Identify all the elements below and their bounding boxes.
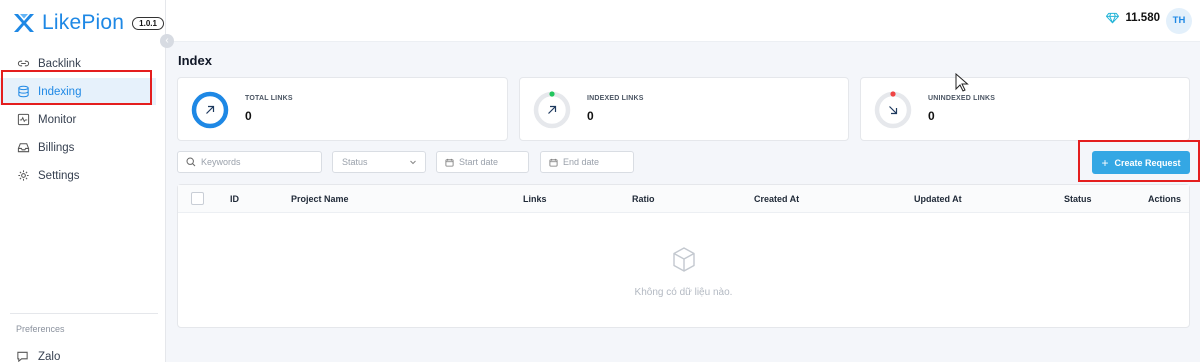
start-date-picker[interactable]: Start date (436, 151, 529, 173)
search-input[interactable]: Keywords (177, 151, 322, 173)
status-placeholder: Status (342, 157, 368, 167)
end-date-picker[interactable]: End date (540, 151, 634, 173)
collapse-sidebar-button[interactable]: ‹ (160, 34, 174, 48)
sidebar-item-label: Zalo (38, 351, 61, 362)
sidebar-item-billings[interactable]: Billings (0, 134, 166, 161)
likepion-logo-icon (12, 12, 36, 34)
stat-value: 0 (245, 109, 252, 123)
calendar-icon (549, 158, 558, 167)
preferences-label: Preferences (16, 324, 65, 334)
stat-value: 0 (587, 109, 594, 123)
search-icon (186, 157, 196, 167)
stat-card-indexed-links: INDEXED LINKS 0 (519, 77, 849, 141)
pulse-icon (16, 113, 30, 127)
sidebar-item-label: Backlink (38, 57, 81, 70)
column-header-id[interactable]: ID (230, 194, 239, 204)
column-header-links[interactable]: Links (523, 194, 547, 204)
stat-label: UNINDEXED LINKS (928, 95, 996, 102)
start-date-placeholder: Start date (459, 157, 499, 167)
stat-card-total-links: TOTAL LINKS 0 (177, 77, 508, 141)
mouse-cursor-icon (955, 73, 969, 92)
create-request-button[interactable]: + Create Request (1092, 151, 1190, 174)
select-all-checkbox[interactable] (191, 192, 204, 205)
requests-table: ID Project Name Links Ratio Created At U… (177, 184, 1190, 328)
version-badge: 1.0.1 (132, 16, 164, 30)
empty-state-text: Không có dữ liệu nào. (634, 287, 733, 298)
sidebar-item-backlink[interactable]: Backlink (0, 50, 166, 77)
status-select[interactable]: Status (332, 151, 426, 173)
plus-icon: + (1101, 155, 1109, 170)
sidebar: LikePion 1.0.1 Backlink Indexing Monitor (0, 0, 166, 362)
app-name: LikePion (42, 11, 125, 34)
column-header-updated-at[interactable]: Updated At (914, 194, 962, 204)
credit-amount: 11.580 (1125, 12, 1160, 24)
end-date-placeholder: End date (563, 157, 600, 167)
divider (10, 313, 158, 314)
column-header-ratio[interactable]: Ratio (632, 194, 655, 204)
sidebar-item-indexing[interactable]: Indexing (0, 78, 156, 105)
indexed-links-ring-icon (533, 91, 571, 129)
chevron-left-icon: ‹ (165, 35, 169, 46)
calendar-icon (445, 158, 454, 167)
stat-value: 0 (928, 109, 935, 123)
sidebar-item-label: Monitor (38, 113, 77, 126)
app-logo[interactable]: LikePion 1.0.1 (12, 10, 164, 36)
sidebar-item-label: Indexing (38, 85, 82, 98)
sidebar-item-monitor[interactable]: Monitor (0, 106, 166, 133)
sidebar-item-label: Settings (38, 169, 80, 182)
create-request-label: Create Request (1114, 157, 1181, 168)
chevron-down-icon (410, 160, 416, 165)
stat-card-unindexed-links: UNINDEXED LINKS 0 (860, 77, 1190, 141)
sidebar-item-settings[interactable]: Settings (0, 162, 166, 189)
total-links-ring-icon (191, 91, 229, 129)
avatar[interactable]: TH (1166, 8, 1192, 34)
gear-icon (16, 169, 30, 183)
inbox-icon (16, 141, 30, 155)
credit-balance[interactable]: 11.580 (1106, 12, 1160, 24)
chat-icon (16, 350, 30, 362)
column-header-created-at[interactable]: Created At (754, 194, 799, 204)
column-header-status[interactable]: Status (1064, 194, 1092, 204)
empty-box-icon (673, 247, 695, 272)
unindexed-links-ring-icon (874, 91, 912, 129)
sidebar-item-zalo[interactable]: Zalo (16, 350, 60, 362)
stat-label: INDEXED LINKS (587, 95, 644, 102)
column-header-actions: Actions (1148, 194, 1182, 204)
stat-label: TOTAL LINKS (245, 95, 293, 102)
sidebar-item-label: Billings (38, 141, 75, 154)
table-header: ID Project Name Links Ratio Created At U… (178, 185, 1189, 213)
column-header-project-name[interactable]: Project Name (291, 194, 349, 204)
page-title: Index (178, 53, 212, 68)
diamond-icon (1106, 12, 1120, 24)
top-bar: 11.580 TH (166, 0, 1200, 42)
link-icon (16, 57, 30, 71)
database-icon (16, 85, 30, 99)
search-placeholder: Keywords (201, 157, 241, 167)
sidebar-menu: Backlink Indexing Monitor Billings Setti… (0, 50, 166, 190)
